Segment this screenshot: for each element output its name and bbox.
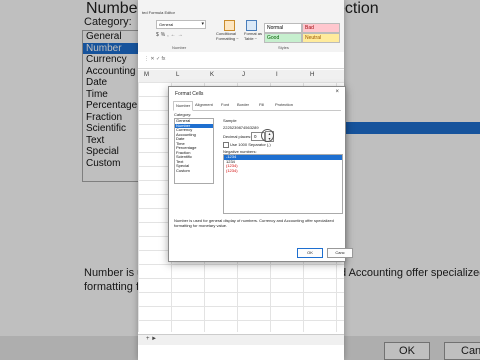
sample-label: Sample: [223, 118, 237, 123]
ribbon: ted Formula Editor General $%,←→ Number …: [138, 0, 344, 53]
column-header[interactable]: J: [242, 72, 245, 78]
cancel-button[interactable]: Canc: [327, 248, 353, 258]
styles-group-label: Styles: [278, 45, 289, 50]
tab-border[interactable]: Border: [235, 101, 251, 109]
use-separator-label: Use 1000 Separator (,): [230, 142, 271, 147]
category-item-custom[interactable]: Custom: [175, 168, 213, 174]
category-label: Category:: [174, 112, 192, 117]
decrease-decimal-icon[interactable]: →: [178, 32, 185, 38]
category-description: Number is used for general display of nu…: [174, 218, 334, 228]
mouse-cursor-ring: [261, 129, 274, 142]
add-sheet-icon[interactable]: + ►: [146, 336, 157, 342]
sheet-tab-bar: + ►: [138, 334, 344, 345]
formula-bar[interactable]: ⋮ ✕ ✓ fx: [138, 52, 344, 69]
dialog-title: Format Cells: [175, 91, 204, 97]
style-normal[interactable]: Normal: [264, 23, 302, 33]
format-as-table-icon[interactable]: [246, 20, 257, 31]
category-list[interactable]: General Number Currency Accounting Date Time P…: [174, 118, 214, 184]
close-icon[interactable]: ×: [335, 89, 339, 95]
style-bad[interactable]: Bad: [302, 23, 340, 33]
tab-protection[interactable]: Protection: [273, 101, 295, 109]
number-format-dropdown[interactable]: General: [156, 20, 206, 29]
use-separator-checkbox[interactable]: [223, 142, 229, 148]
ok-button[interactable]: OK: [297, 248, 323, 258]
screen: Number Al ection Category: GeneralNumber…: [0, 0, 480, 360]
column-header[interactable]: L: [176, 72, 179, 78]
tab-alignment[interactable]: Alignment: [193, 101, 215, 109]
ribbon-title: ted Formula Editor: [142, 10, 175, 15]
tab-font[interactable]: Font: [219, 101, 231, 109]
format-cells-dialog: Format Cells × Number Alignment Font Border…: [168, 86, 353, 262]
negative-format-option[interactable]: (1234): [224, 168, 342, 174]
style-good[interactable]: Good: [264, 33, 302, 43]
negative-numbers-list[interactable]: -1234 1234 (1234) (1234): [223, 154, 343, 214]
dialog-tabs: Number Alignment Font Border Fill Protection: [173, 101, 341, 111]
number-group-label: Number: [172, 45, 187, 50]
tab-fill[interactable]: Fill: [257, 101, 266, 109]
format-as-table-label[interactable]: Format as Table ~: [244, 31, 266, 41]
column-header[interactable]: H: [310, 72, 314, 78]
column-header[interactable]: K: [210, 72, 214, 78]
column-header[interactable]: M: [144, 72, 149, 78]
style-neutral[interactable]: Neutral: [302, 33, 340, 43]
tab-number[interactable]: Number: [173, 101, 194, 111]
column-header[interactable]: I: [276, 72, 278, 78]
conditional-formatting-label[interactable]: Conditional Formatting ~: [216, 31, 242, 41]
number-format-icons[interactable]: $%,←→: [156, 32, 185, 38]
formula-bar-controls[interactable]: ⋮ ✕ ✓ fx: [144, 56, 165, 62]
conditional-formatting-icon[interactable]: [224, 20, 235, 31]
increase-decimal-icon[interactable]: ←: [171, 32, 178, 38]
sample-value: 2225239874563289: [223, 125, 259, 130]
decimal-places-label: Decimal places:: [223, 134, 252, 139]
